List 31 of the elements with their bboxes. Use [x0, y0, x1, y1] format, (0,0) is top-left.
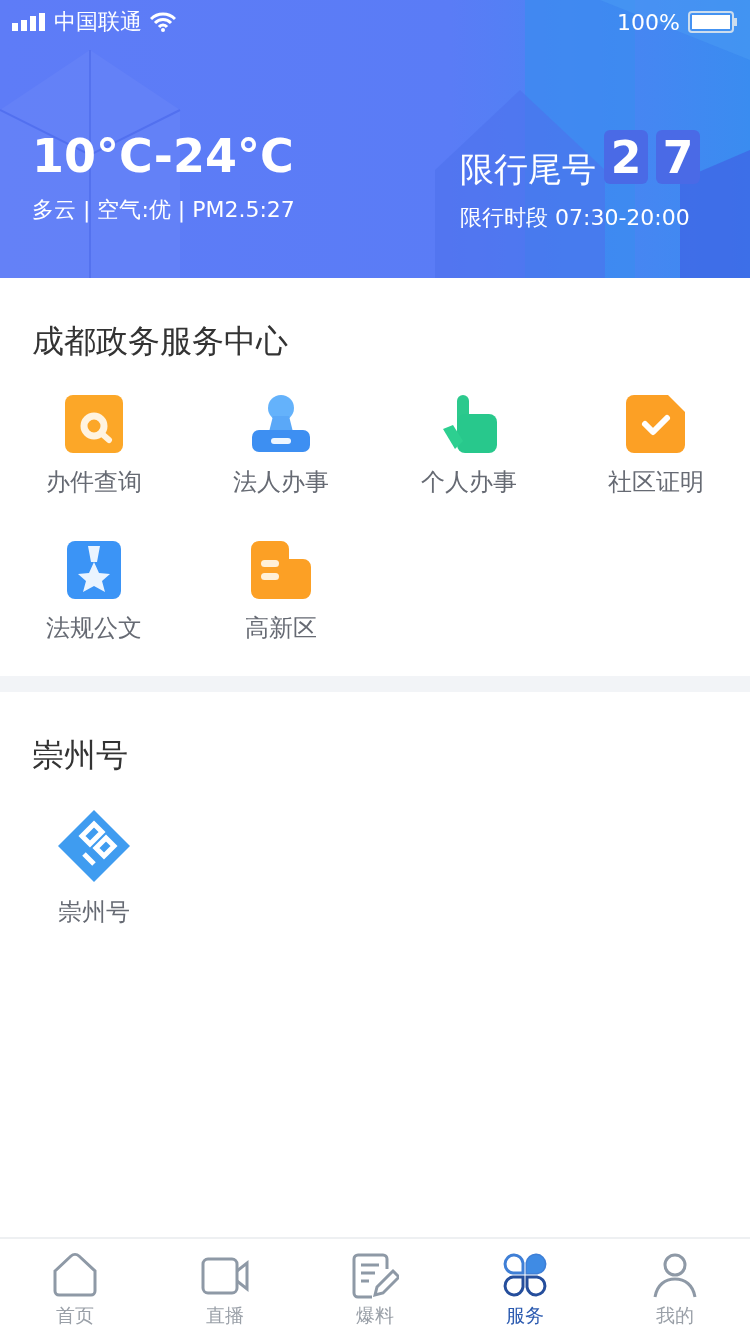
service-label[interactable]: 高新区: [245, 612, 318, 644]
plate-digit: 2: [604, 130, 648, 184]
battery-icon: [688, 11, 738, 33]
service-label[interactable]: 个人办事: [420, 466, 517, 498]
weather-summary: 多云 | 空气:优 | PM2.5:27: [32, 196, 295, 224]
stamp-icon: [251, 394, 312, 454]
section-title: 崇州号: [31, 735, 129, 776]
tab-label[interactable]: 爆料: [356, 1303, 394, 1329]
clover-grid-icon: [501, 1251, 549, 1299]
section-title: 成都政务服务中心: [31, 321, 289, 362]
check-icon: [626, 394, 687, 454]
note-pencil-icon: [351, 1251, 399, 1299]
battery-percent: 100%: [617, 9, 680, 35]
service-label[interactable]: 法规公文: [45, 612, 142, 644]
signal-icon: [12, 13, 46, 31]
plate-digit: 7: [656, 130, 700, 184]
tab-label[interactable]: 服务: [506, 1303, 544, 1329]
service-label[interactable]: 崇州号: [57, 896, 130, 928]
service-label[interactable]: 办件查询: [45, 466, 142, 498]
restriction-time: 限行时段 07:30-20:00: [460, 204, 691, 232]
restriction-label: 限行尾号: [460, 148, 596, 190]
service-label[interactable]: 法人办事: [233, 466, 330, 498]
user-icon: [651, 1251, 699, 1299]
tab-label[interactable]: 直播: [206, 1303, 244, 1329]
folder-icon: [251, 540, 312, 600]
service-label[interactable]: 社区证明: [608, 466, 705, 498]
temperature-range: 10°C-24°C: [32, 130, 295, 182]
search-icon: [63, 394, 124, 454]
home-icon: [51, 1251, 99, 1299]
carrier-name: 中国联通: [54, 8, 142, 36]
wifi-icon: [150, 12, 176, 32]
